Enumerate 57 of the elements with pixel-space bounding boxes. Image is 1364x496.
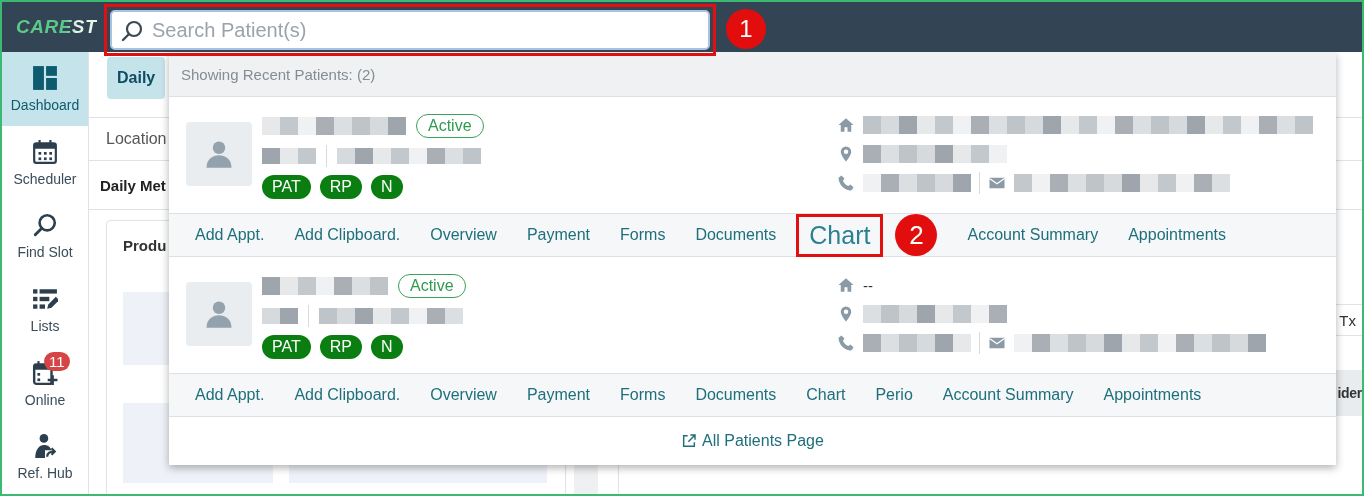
dashboard-icon	[32, 64, 58, 91]
section-title: Daily Met	[100, 176, 166, 194]
search-icon	[32, 212, 58, 239]
table-header: Tx	[1339, 311, 1356, 329]
field-label: Location	[106, 130, 167, 148]
action-link[interactable]: Add Appt.	[195, 226, 265, 244]
action-link[interactable]: Perio	[875, 386, 913, 404]
action-link[interactable]: Account Summary	[942, 386, 1074, 404]
tag: PAT	[262, 175, 311, 199]
sidebar-item[interactable]: 11 Online	[2, 346, 88, 421]
callout-number: 1	[726, 9, 766, 49]
action-link[interactable]: Forms	[620, 386, 666, 404]
calendar-icon	[32, 138, 58, 165]
action-link[interactable]: Documents	[695, 226, 777, 244]
action-link[interactable]: Chart	[806, 386, 846, 404]
tag: PAT	[262, 335, 311, 359]
tag: N	[371, 175, 403, 199]
action-link[interactable]: Add Clipboard.	[294, 226, 401, 244]
blurred-text	[262, 308, 298, 324]
action-link[interactable]: Documents	[695, 386, 777, 404]
count-badge: 11	[44, 351, 70, 371]
action-link[interactable]: Forms	[620, 226, 666, 244]
table-header: ider	[1337, 385, 1362, 401]
action-link[interactable]: Add Clipboard.	[294, 386, 401, 404]
sidebar-item[interactable]: Find Slot	[2, 199, 88, 273]
home-icon	[837, 116, 855, 134]
action-link[interactable]: Chart	[796, 213, 884, 257]
tag: N	[371, 335, 403, 359]
popup-header: Showing Recent Patients: (2)	[181, 65, 376, 83]
action-link[interactable]: Overview	[430, 386, 497, 404]
phone-icon	[837, 334, 855, 352]
person-icon	[204, 139, 234, 169]
sidebar-item[interactable]: Dashboard	[2, 52, 88, 126]
callout-number: 2	[895, 214, 938, 256]
person-icon	[204, 299, 234, 329]
action-link[interactable]: Account Summary	[967, 226, 1099, 244]
sidebar-item[interactable]: Ref. Hub	[2, 420, 88, 494]
home-icon	[837, 276, 855, 294]
search-field[interactable]: Search Patient(s)	[110, 10, 710, 50]
sidebar-item[interactable]: Scheduler	[2, 125, 88, 200]
external-link-icon	[681, 433, 698, 449]
action-link[interactable]: Add Appt.	[195, 386, 265, 404]
all-patients-link[interactable]: All Patients Page	[681, 432, 824, 450]
action-link[interactable]: Overview	[430, 226, 497, 244]
action-link[interactable]: Payment	[526, 226, 591, 244]
phone-icon	[837, 174, 855, 192]
action-link[interactable]: Appointments	[1103, 386, 1202, 404]
tag: RP	[319, 175, 362, 199]
card-title: Produ	[123, 237, 168, 254]
person-share-icon	[32, 433, 58, 460]
sidebar-item[interactable]: Lists	[2, 273, 88, 347]
action-link[interactable]: Appointments	[1128, 226, 1226, 244]
tag: RP	[319, 335, 362, 359]
tab[interactable]: Daily	[107, 57, 166, 99]
action-link[interactable]: Payment	[526, 386, 591, 404]
address-text: --	[863, 276, 873, 294]
blurred-text	[262, 148, 316, 164]
